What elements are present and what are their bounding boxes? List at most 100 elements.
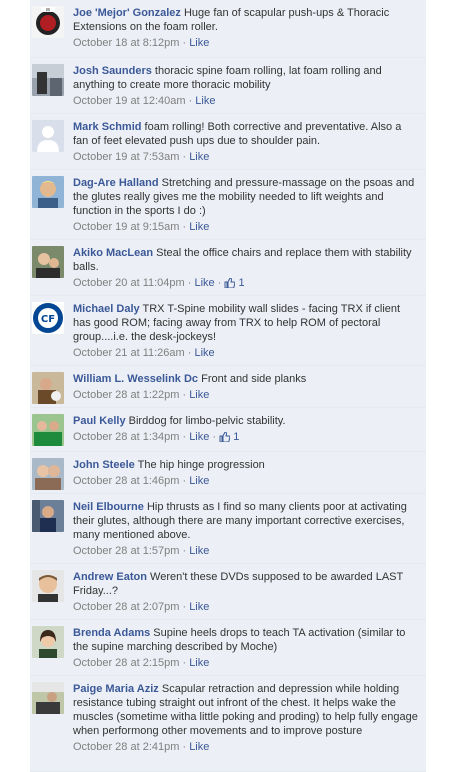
like-count[interactable]: 1	[224, 276, 245, 290]
default-silhouette-avatar[interactable]	[32, 120, 64, 152]
comment-timestamp[interactable]: October 28 at 1:22pm	[73, 389, 179, 401]
comment-author-link[interactable]: Josh Saunders	[73, 65, 152, 77]
comment-body: Paul Kelly Birddog for limbo-pelvic stab…	[73, 414, 418, 444]
comment-timestamp[interactable]: October 19 at 9:15am	[73, 221, 179, 233]
comment-author-link[interactable]: John Steele	[73, 459, 135, 471]
comment-author-link[interactable]: Paul Kelly	[73, 415, 126, 427]
svg-text:M: M	[46, 8, 50, 13]
comment-meta: October 28 at 1:57pm · Like	[73, 544, 418, 558]
comment-timestamp[interactable]: October 19 at 12:40am	[73, 95, 186, 107]
like-link[interactable]: Like	[189, 657, 209, 669]
thumbs-up-icon	[224, 277, 236, 289]
like-link[interactable]: Like	[189, 37, 209, 49]
thumbs-up-icon	[219, 431, 231, 443]
comment-author-link[interactable]: Akiko MacLean	[73, 247, 153, 259]
like-link[interactable]: Like	[189, 475, 209, 487]
photo-avatar[interactable]	[32, 682, 64, 714]
club-crest-avatar[interactable]: CF	[32, 302, 64, 334]
comment-timestamp[interactable]: October 28 at 1:46pm	[73, 475, 179, 487]
comment-body: Paige Maria Aziz Scapular retraction and…	[73, 682, 418, 754]
comment-row: Dag-Are Halland Stretching and pressure-…	[30, 170, 426, 240]
comment-body: Neil Elbourne Hip thrusts as I find so m…	[73, 500, 418, 558]
photo-avatar[interactable]	[32, 500, 64, 532]
comment-timestamp[interactable]: October 28 at 2:41pm	[73, 741, 179, 753]
comment-row: William L. Wesselink Dc Front and side p…	[30, 366, 426, 408]
photo-avatar[interactable]	[32, 414, 64, 446]
comment-author-link[interactable]: William L. Wesselink Dc	[73, 373, 198, 385]
meta-separator: ·	[179, 741, 190, 753]
comment-author-link[interactable]: Joe 'Mejor' Gonzalez	[73, 7, 181, 19]
comment-row: Brenda Adams Supine heels drops to teach…	[30, 620, 426, 676]
like-link[interactable]: Like	[189, 221, 209, 233]
comment-timestamp[interactable]: October 28 at 2:15pm	[73, 657, 179, 669]
comment-timestamp[interactable]: October 19 at 7:53am	[73, 151, 179, 163]
comment-body: Mark Schmid foam rolling! Both correctiv…	[73, 120, 418, 164]
like-link[interactable]: Like	[195, 95, 215, 107]
comment-body: Josh Saunders thoracic spine foam rollin…	[73, 64, 418, 108]
meta-separator: ·	[179, 545, 190, 557]
like-link[interactable]: Like	[189, 431, 209, 443]
photo-avatar[interactable]	[32, 176, 64, 208]
comment-row: CF Michael Daly TRX T-Spine mobility wall…	[30, 296, 426, 366]
like-link[interactable]: Like	[189, 151, 209, 163]
comment-timestamp[interactable]: October 28 at 1:34pm	[73, 431, 179, 443]
photo-avatar[interactable]	[32, 64, 64, 96]
like-count[interactable]: 1	[219, 430, 239, 444]
comment-text: Birddog for limbo-pelvic stability.	[128, 415, 286, 427]
comment-meta: October 28 at 1:46pm · Like	[73, 474, 418, 488]
comment-author-link[interactable]: Andrew Eaton	[73, 571, 147, 583]
comment-body: Andrew Eaton Weren't these DVDs supposed…	[73, 570, 418, 614]
comment-timestamp[interactable]: October 28 at 2:07pm	[73, 601, 179, 613]
like-link[interactable]: Like	[194, 347, 214, 359]
comment-body: Michael Daly TRX T-Spine mobility wall s…	[73, 302, 418, 360]
comment-body: John Steele The hip hinge progression Oct…	[73, 458, 418, 488]
meta-separator: ·	[214, 277, 225, 289]
comment-timestamp[interactable]: October 18 at 8:12pm	[73, 37, 179, 49]
comment-author-link[interactable]: Michael Daly	[73, 303, 140, 315]
comment-text: Front and side planks	[201, 373, 307, 385]
meta-separator: ·	[209, 431, 220, 443]
comment-meta: October 19 at 7:53am · Like	[73, 150, 418, 164]
comment-row: Neil Elbourne Hip thrusts as I find so m…	[30, 494, 426, 564]
comment-timestamp[interactable]: October 20 at 11:04pm	[73, 277, 185, 289]
comment-body: Joe 'Mejor' Gonzalez Huge fan of scapula…	[73, 6, 418, 50]
comment-meta: October 20 at 11:04pm · Like · 1	[73, 276, 418, 290]
photo-avatar[interactable]	[32, 570, 64, 602]
comment-meta: October 28 at 2:07pm · Like	[73, 600, 418, 614]
comment-meta: October 19 at 12:40am · Like	[73, 94, 418, 108]
comment-body: Brenda Adams Supine heels drops to teach…	[73, 626, 418, 670]
photo-avatar[interactable]	[32, 626, 64, 658]
photo-avatar[interactable]	[32, 458, 64, 490]
meta-separator: ·	[179, 221, 190, 233]
comment-body: William L. Wesselink Dc Front and side p…	[73, 372, 418, 402]
comment-meta: October 28 at 2:15pm · Like	[73, 656, 418, 670]
comment-meta: October 28 at 1:34pm · Like · 1	[73, 430, 418, 444]
meta-separator: ·	[179, 601, 190, 613]
comment-author-link[interactable]: Neil Elbourne	[73, 501, 144, 513]
photo-avatar[interactable]	[32, 372, 64, 404]
comment-author-link[interactable]: Mark Schmid	[73, 121, 141, 133]
team-logo-avatar[interactable]: M	[32, 6, 64, 38]
comment-body: Akiko MacLean Steal the office chairs an…	[73, 246, 418, 290]
comment-author-link[interactable]: Brenda Adams	[73, 627, 150, 639]
like-count-value: 1	[233, 431, 240, 443]
comment-meta: October 19 at 9:15am · Like	[73, 220, 418, 234]
comment-timestamp[interactable]: October 21 at 11:26am	[73, 347, 185, 359]
comment-thread: M Joe 'Mejor' Gonzalez Huge fan of scapul…	[30, 0, 426, 772]
like-link[interactable]: Like	[194, 277, 214, 289]
svg-text:CF: CF	[41, 314, 55, 325]
comment-row: Akiko MacLean Steal the office chairs an…	[30, 240, 426, 296]
like-link[interactable]: Like	[189, 545, 209, 557]
like-link[interactable]: Like	[189, 741, 209, 753]
like-link[interactable]: Like	[189, 389, 209, 401]
comment-author-link[interactable]: Dag-Are Halland	[73, 177, 159, 189]
photo-avatar[interactable]	[32, 246, 64, 278]
comment-author-link[interactable]: Paige Maria Aziz	[73, 683, 159, 695]
comment-timestamp[interactable]: October 28 at 1:57pm	[73, 545, 179, 557]
meta-separator: ·	[185, 95, 196, 107]
meta-separator: ·	[179, 37, 190, 49]
meta-separator: ·	[179, 657, 190, 669]
comment-body: Dag-Are Halland Stretching and pressure-…	[73, 176, 418, 234]
comment-row: Josh Saunders thoracic spine foam rollin…	[30, 58, 426, 114]
like-link[interactable]: Like	[189, 601, 209, 613]
